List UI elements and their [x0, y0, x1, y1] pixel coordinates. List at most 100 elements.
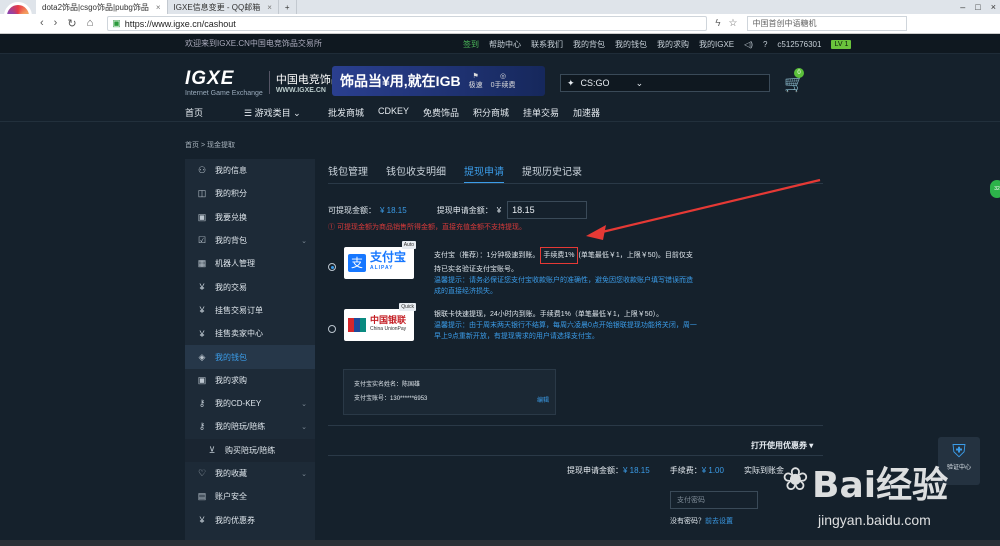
summary-fee-label: 手续费：: [669, 466, 702, 475]
browser-tab-qqmail[interactable]: IGXE信息变更 - QQ邮箱 ×: [168, 0, 279, 14]
unionpay-option[interactable]: Quick 中国银联 China UnionPay 银联卡快速提现，24小时内到账…: [328, 303, 699, 342]
site-header: IGXE Internet Game Exchange 中国电竞饰品交易所 WW…: [0, 54, 1000, 102]
reload-icon[interactable]: ↻: [67, 17, 76, 30]
notification-bubble[interactable]: 32: [990, 180, 1000, 198]
sidebar-item-coupons[interactable]: ¥ 我的优惠券: [185, 508, 315, 531]
star-icon[interactable]: ☆: [729, 18, 738, 29]
url-field[interactable]: ▣ https://www.igxe.cn/cashout: [107, 16, 708, 31]
minimize-icon[interactable]: –: [960, 2, 965, 12]
sidebar-item-wallet[interactable]: ◈ 我的钱包: [185, 345, 315, 369]
sidebar-item-buying[interactable]: ▣ 我的求购: [185, 369, 315, 392]
alipay-name-en: ALIPAY: [370, 265, 394, 271]
sidebar-item-robot[interactable]: ▦ 机器人管理: [185, 252, 315, 275]
account-number-value: 130******6953: [390, 396, 428, 402]
chevron-down-icon: ⌄: [301, 470, 307, 478]
taskbar: [0, 540, 1000, 546]
alipay-radio[interactable]: [328, 263, 336, 271]
sidebar-item-points[interactable]: ◫ 我的积分: [185, 182, 315, 205]
tab-wallet-details[interactable]: 钱包收支明细: [386, 163, 446, 184]
withdrawable-label: 可提现金额：: [328, 205, 376, 215]
close-icon[interactable]: ×: [156, 3, 161, 12]
volume-icon[interactable]: ◁): [744, 40, 753, 49]
sidebar-item-buy-companion[interactable]: ⊻ 购买陪玩/陪练: [185, 438, 315, 462]
sidebar-item-security[interactable]: ▤ 账户安全: [185, 485, 315, 508]
cart-icon: ⊻: [208, 444, 216, 455]
sidebar-item-seller-center[interactable]: ¥ 挂售卖家中心: [185, 322, 315, 345]
sidebar-item-trades[interactable]: ¥ 我的交易: [185, 275, 315, 298]
yen-icon: ¥: [199, 282, 205, 293]
set-password-link[interactable]: 前去设置: [705, 518, 733, 525]
sign-in-link[interactable]: 签到: [463, 39, 479, 50]
unionpay-radio[interactable]: [328, 325, 336, 333]
pay-password-input[interactable]: 支付密码: [670, 491, 758, 509]
game-select[interactable]: ✦ CS:GO ⌄: [560, 74, 770, 92]
promo-banner[interactable]: 饰品当¥用,就在IGB ⚑ 极速 ◎ 0手续费: [332, 66, 545, 96]
summary-fee-value: ¥ 1.00: [701, 466, 724, 475]
help-link[interactable]: 帮助中心: [489, 39, 521, 50]
tab-withdraw-history[interactable]: 提现历史记录: [522, 163, 582, 184]
yen-icon: ¥: [199, 328, 205, 339]
robot-icon: ▦: [197, 258, 207, 269]
coupon-icon: ¥: [199, 515, 205, 526]
wallet-link[interactable]: 我的钱包: [615, 39, 647, 50]
banner-text: 饰品当¥用,就在IGB: [340, 73, 461, 89]
lightning-icon[interactable]: ϟ: [715, 18, 720, 29]
key-icon: ⚷: [198, 398, 206, 409]
sidebar-item-cdkey[interactable]: ⚷ 我的CD-KEY ⌄: [185, 392, 315, 415]
wallet-tabs: 钱包管理 钱包收支明细 提现申请 提现历史记录: [328, 163, 582, 184]
unionpay-quick-tag: Quick: [399, 303, 416, 311]
lock-icon: ▣: [112, 18, 121, 28]
account-number-label: 支付宝账号：: [354, 396, 391, 402]
tab-withdraw-apply[interactable]: 提现申请: [464, 163, 504, 184]
close-window-icon[interactable]: ×: [991, 2, 996, 12]
main-content: 钱包管理 钱包收支明细 提现申请 提现历史记录 可提现金额： ¥ 18.15 提…: [315, 159, 835, 546]
tab-wallet-management[interactable]: 钱包管理: [328, 163, 368, 184]
question-icon[interactable]: ?: [763, 40, 767, 49]
browser-tab-igxe[interactable]: dota2饰品|csgo饰品|pubg饰品 ×: [36, 0, 168, 14]
browser-search-input[interactable]: 中国首创中语糖机: [747, 16, 908, 31]
baidu-watermark: ❀ Bai经验 jingyan.baidu.com: [782, 450, 994, 544]
forward-icon[interactable]: ›: [54, 17, 58, 30]
maximize-icon[interactable]: □: [975, 2, 980, 12]
home-icon[interactable]: ⌂: [87, 17, 94, 30]
divider: [328, 425, 823, 426]
nav-cdkey[interactable]: CDKEY: [378, 106, 409, 116]
back-icon[interactable]: ‹: [40, 17, 44, 30]
sidebar-item-companion[interactable]: ⚷ 我的陪玩/陪练 ⌄: [185, 415, 315, 438]
summary-apply-label: 提现申请金额：: [567, 466, 623, 475]
user-id[interactable]: c512576301: [777, 40, 821, 49]
sidebar-item-exchange[interactable]: ▣ 我要兑换: [185, 206, 315, 229]
sidebar-item-info[interactable]: ⚇ 我的信息: [185, 159, 315, 182]
new-tab-button[interactable]: +: [279, 0, 297, 14]
alipay-description: 支付宝（推荐）：1分钟极速到账。 手续费1% (单笔最低￥1，上限￥50)。目前仅支…: [434, 247, 699, 297]
nav-points[interactable]: 积分商城: [473, 106, 509, 119]
nav-game-category[interactable]: ☰ 游戏类目 ⌄: [244, 106, 301, 119]
edit-account-link[interactable]: 编辑: [537, 394, 549, 408]
buying-link[interactable]: 我的求购: [657, 39, 689, 50]
paw-icon: ❀: [782, 461, 809, 497]
alipay-icon: 支: [348, 254, 366, 272]
cart-count-badge: 0: [794, 68, 804, 78]
alipay-option[interactable]: Auto 支 支付宝 ALIPAY 支付宝（推荐）：1分钟极速到账。 手续费1% (单…: [328, 241, 699, 297]
sidebar-item-backpack[interactable]: ☑ 我的背包 ⌄: [185, 229, 315, 252]
nav-accelerator[interactable]: 加速器: [573, 106, 600, 119]
address-bar: ‹ › ↻ ⌂ ▣ https://www.igxe.cn/cashout ϟ …: [0, 14, 1000, 34]
window-controls: – □ ×: [960, 0, 996, 14]
user-icon: ⚇: [197, 165, 207, 176]
backpack-link[interactable]: 我的背包: [573, 39, 605, 50]
nav-wholesale[interactable]: 批发商城: [328, 106, 364, 119]
tab-label: IGXE信息变更 - QQ邮箱: [173, 2, 261, 12]
cart-icon[interactable]: 🛒 0: [784, 68, 804, 94]
sidebar-item-listing-orders[interactable]: ¥ 挂售交易订单: [185, 299, 315, 322]
summary-apply-value: ¥ 18.15: [623, 466, 650, 475]
nav-orders[interactable]: 挂单交易: [523, 106, 559, 119]
my-igxe-link[interactable]: 我的IGXE: [699, 39, 734, 50]
nav-free[interactable]: 免费饰品: [423, 106, 459, 119]
sidebar-item-favorites[interactable]: ♡ 我的收藏 ⌄: [185, 462, 315, 485]
close-icon[interactable]: ×: [267, 3, 272, 12]
welcome-text: 欢迎来到IGXE.CN中国电竞饰品交易所: [185, 39, 322, 48]
nav-home[interactable]: 首页: [185, 106, 203, 119]
apply-amount-input[interactable]: [507, 201, 588, 219]
contact-link[interactable]: 联系我们: [531, 39, 563, 50]
buy-icon: ▣: [197, 374, 207, 385]
